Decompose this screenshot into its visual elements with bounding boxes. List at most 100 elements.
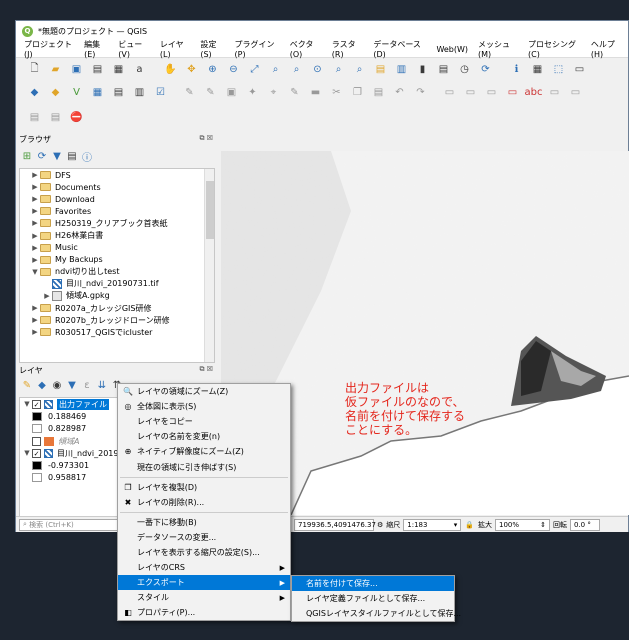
context-menu-item[interactable]: 🔍 レイヤの領域にズーム(Z) [118,384,290,399]
context-menu-item[interactable]: ◧ プロパティ(P)... [118,605,290,620]
rotation-field[interactable]: 0.0 ° [570,518,600,531]
layers-float-close-icon[interactable]: ⧉ ☒ [200,365,214,374]
redo-icon[interactable]: ↷ [412,84,429,101]
add-delimited-icon[interactable]: ▥ [131,84,148,101]
zoom-full-icon[interactable]: ⤢ [246,61,263,78]
cut-icon[interactable]: ✂ [328,84,345,101]
browser-item[interactable]: ▶ Music [20,242,214,254]
context-menu-item[interactable]: データソースの変更... [118,530,290,545]
context-menu-item[interactable]: レイヤを表示する縮尺の設定(S)... [118,545,290,560]
chevron-down-icon[interactable]: ▼ [22,400,32,408]
toggle-edit-icon[interactable]: ✎ [202,84,219,101]
context-menu-item[interactable]: ◎ 全体図に表示(S) [118,399,290,414]
label-pin-icon[interactable]: ▭ [462,84,479,101]
chevron-right-icon[interactable]: ▶ [30,207,40,215]
browser-item[interactable]: ▶ H26林業白書 [20,229,214,241]
edit-pencil-icon[interactable]: ✎ [181,84,198,101]
attributes-icon[interactable]: ▦ [529,61,546,78]
refresh-icon[interactable]: ⟳ [477,61,494,78]
properties-icon[interactable]: ⓘ [81,150,93,164]
browser-item[interactable]: ▶ R0207a_カレッジGIS研修 [20,302,214,314]
label-rotate-icon[interactable]: ▭ [546,84,563,101]
browser-item[interactable]: ▶ My Backups [20,254,214,266]
browser-item[interactable]: ▶ R0207b_カレッジドローン研修 [20,314,214,326]
chevron-right-icon[interactable]: ▶ [30,304,40,312]
bookmark-icon[interactable]: ▮ [414,61,431,78]
zoom-last-icon[interactable]: ⌕ [330,61,347,78]
new-project-icon[interactable]: 🗋 [26,61,43,78]
menu-item[interactable]: 設定(S) [195,39,229,59]
menu-item[interactable]: メッシュ(M) [473,39,523,59]
style-panel-icon[interactable]: ✎ [21,379,33,391]
chevron-right-icon[interactable]: ▶ [30,244,40,252]
browser-scrollbar[interactable] [204,169,214,362]
add-mesh-icon[interactable]: ▤ [110,84,127,101]
copy-icon[interactable]: ❐ [349,84,366,101]
data-source-manager-icon[interactable]: ◆ [26,84,43,101]
context-menu-item[interactable]: レイヤのCRS ▶ [118,560,290,575]
stretch-icon[interactable]: ▤ [26,109,43,126]
select-icon[interactable]: ⬚ [550,61,567,78]
print-layout-icon[interactable]: ▦ [110,61,127,78]
add-virtual-icon[interactable]: ☑ [152,84,169,101]
chevron-right-icon[interactable]: ▶ [42,292,52,300]
filter-legend-icon[interactable]: ▼ [66,379,78,391]
zoom-next-icon[interactable]: ⌕ [351,61,368,78]
menu-item[interactable]: 編集(E) [79,39,113,59]
chevron-right-icon[interactable]: ▶ [30,316,40,324]
expand-all-icon[interactable]: ⇊ [96,379,108,391]
identify-icon[interactable]: ℹ [508,61,525,78]
add-group-icon[interactable]: ◆ [36,379,48,391]
zoom-native-icon[interactable]: ⊙ [309,61,326,78]
save-edits-icon[interactable]: ▣ [223,84,240,101]
collapse-all-icon[interactable]: ▤ [66,150,78,162]
label-show-icon[interactable]: ▭ [483,84,500,101]
delete-icon[interactable]: ▬ [307,84,324,101]
menu-item[interactable]: ビュー(V) [113,39,155,59]
zoom-layer-icon[interactable]: ⌕ [288,61,305,78]
save-project-icon[interactable]: ▣ [68,61,85,78]
layout-manager-icon[interactable]: a [131,61,148,78]
label-highlight-icon[interactable]: ▭ [504,84,521,101]
label-icon[interactable]: ▭ [441,84,458,101]
locator-search[interactable]: ⌕ 検索 (Ctrl+K) [19,518,119,531]
context-menu-item[interactable]: レイヤの名前を変更(n) [118,429,290,444]
new-3d-view-icon[interactable]: ▥ [393,61,410,78]
coordinate-field[interactable]: 719936.5,4091476.37 [294,518,376,531]
add-feature-icon[interactable]: ✦ [244,84,261,101]
submenu-item[interactable]: 名前を付けて保存... [292,576,454,592]
zoom-selection-icon[interactable]: ⌕ [267,61,284,78]
layer-visibility-checkbox[interactable]: ✓ [32,399,41,409]
refresh-browser-icon[interactable]: ⟳ [36,150,48,162]
context-menu-item[interactable]: 一番下に移動(B) [118,515,290,530]
chevron-down-icon[interactable]: ▼ [22,449,32,457]
add-raster-icon[interactable]: ▦ [89,84,106,101]
add-selected-icon[interactable]: ⊞ [21,150,33,162]
browser-item[interactable]: ▶ DFS [20,169,214,181]
menu-item[interactable]: ベクタ(O) [285,39,327,59]
browser-item[interactable]: 目川_ndvi_20190731.tif [20,278,214,290]
chevron-right-icon[interactable]: ▶ [30,171,40,179]
new-map-view-icon[interactable]: ▤ [372,61,389,78]
context-menu-item[interactable]: ✖ レイヤの削除(R)... [118,495,290,510]
new-layer-icon[interactable]: ◆ [47,84,64,101]
menu-item[interactable]: プラグイン(P) [230,39,285,59]
context-menu-item[interactable]: ⊕ ネイティブ解像度にズーム(Z) [118,444,290,459]
menu-item[interactable]: ヘルプ(H) [586,39,628,59]
menu-item[interactable]: Web(W) [431,45,473,54]
chevron-right-icon[interactable]: ▶ [30,256,40,264]
lock-icon[interactable]: 🔒 [465,521,474,529]
digitize-icon[interactable]: ✎ [286,84,303,101]
menu-item[interactable]: ラスタ(R) [327,39,369,59]
filter-expression-icon[interactable]: ε [81,379,93,391]
context-menu-item[interactable]: スタイル ▶ [118,590,290,605]
measure-icon[interactable]: ▭ [571,61,588,78]
filter-icon[interactable]: ▼ [51,150,63,162]
add-vector-icon[interactable]: V [68,84,85,101]
open-project-icon[interactable]: ▰ [47,61,64,78]
browser-item[interactable]: ▶ Documents [20,181,214,193]
chevron-right-icon[interactable]: ▶ [30,183,40,191]
show-bookmarks-icon[interactable]: ▤ [435,61,452,78]
browser-tree[interactable]: ▶ DFS ▶ Documents ▶ Download ▶ Favorites ▶ H25031… [19,168,215,363]
label-move-icon[interactable]: abc [525,84,543,101]
